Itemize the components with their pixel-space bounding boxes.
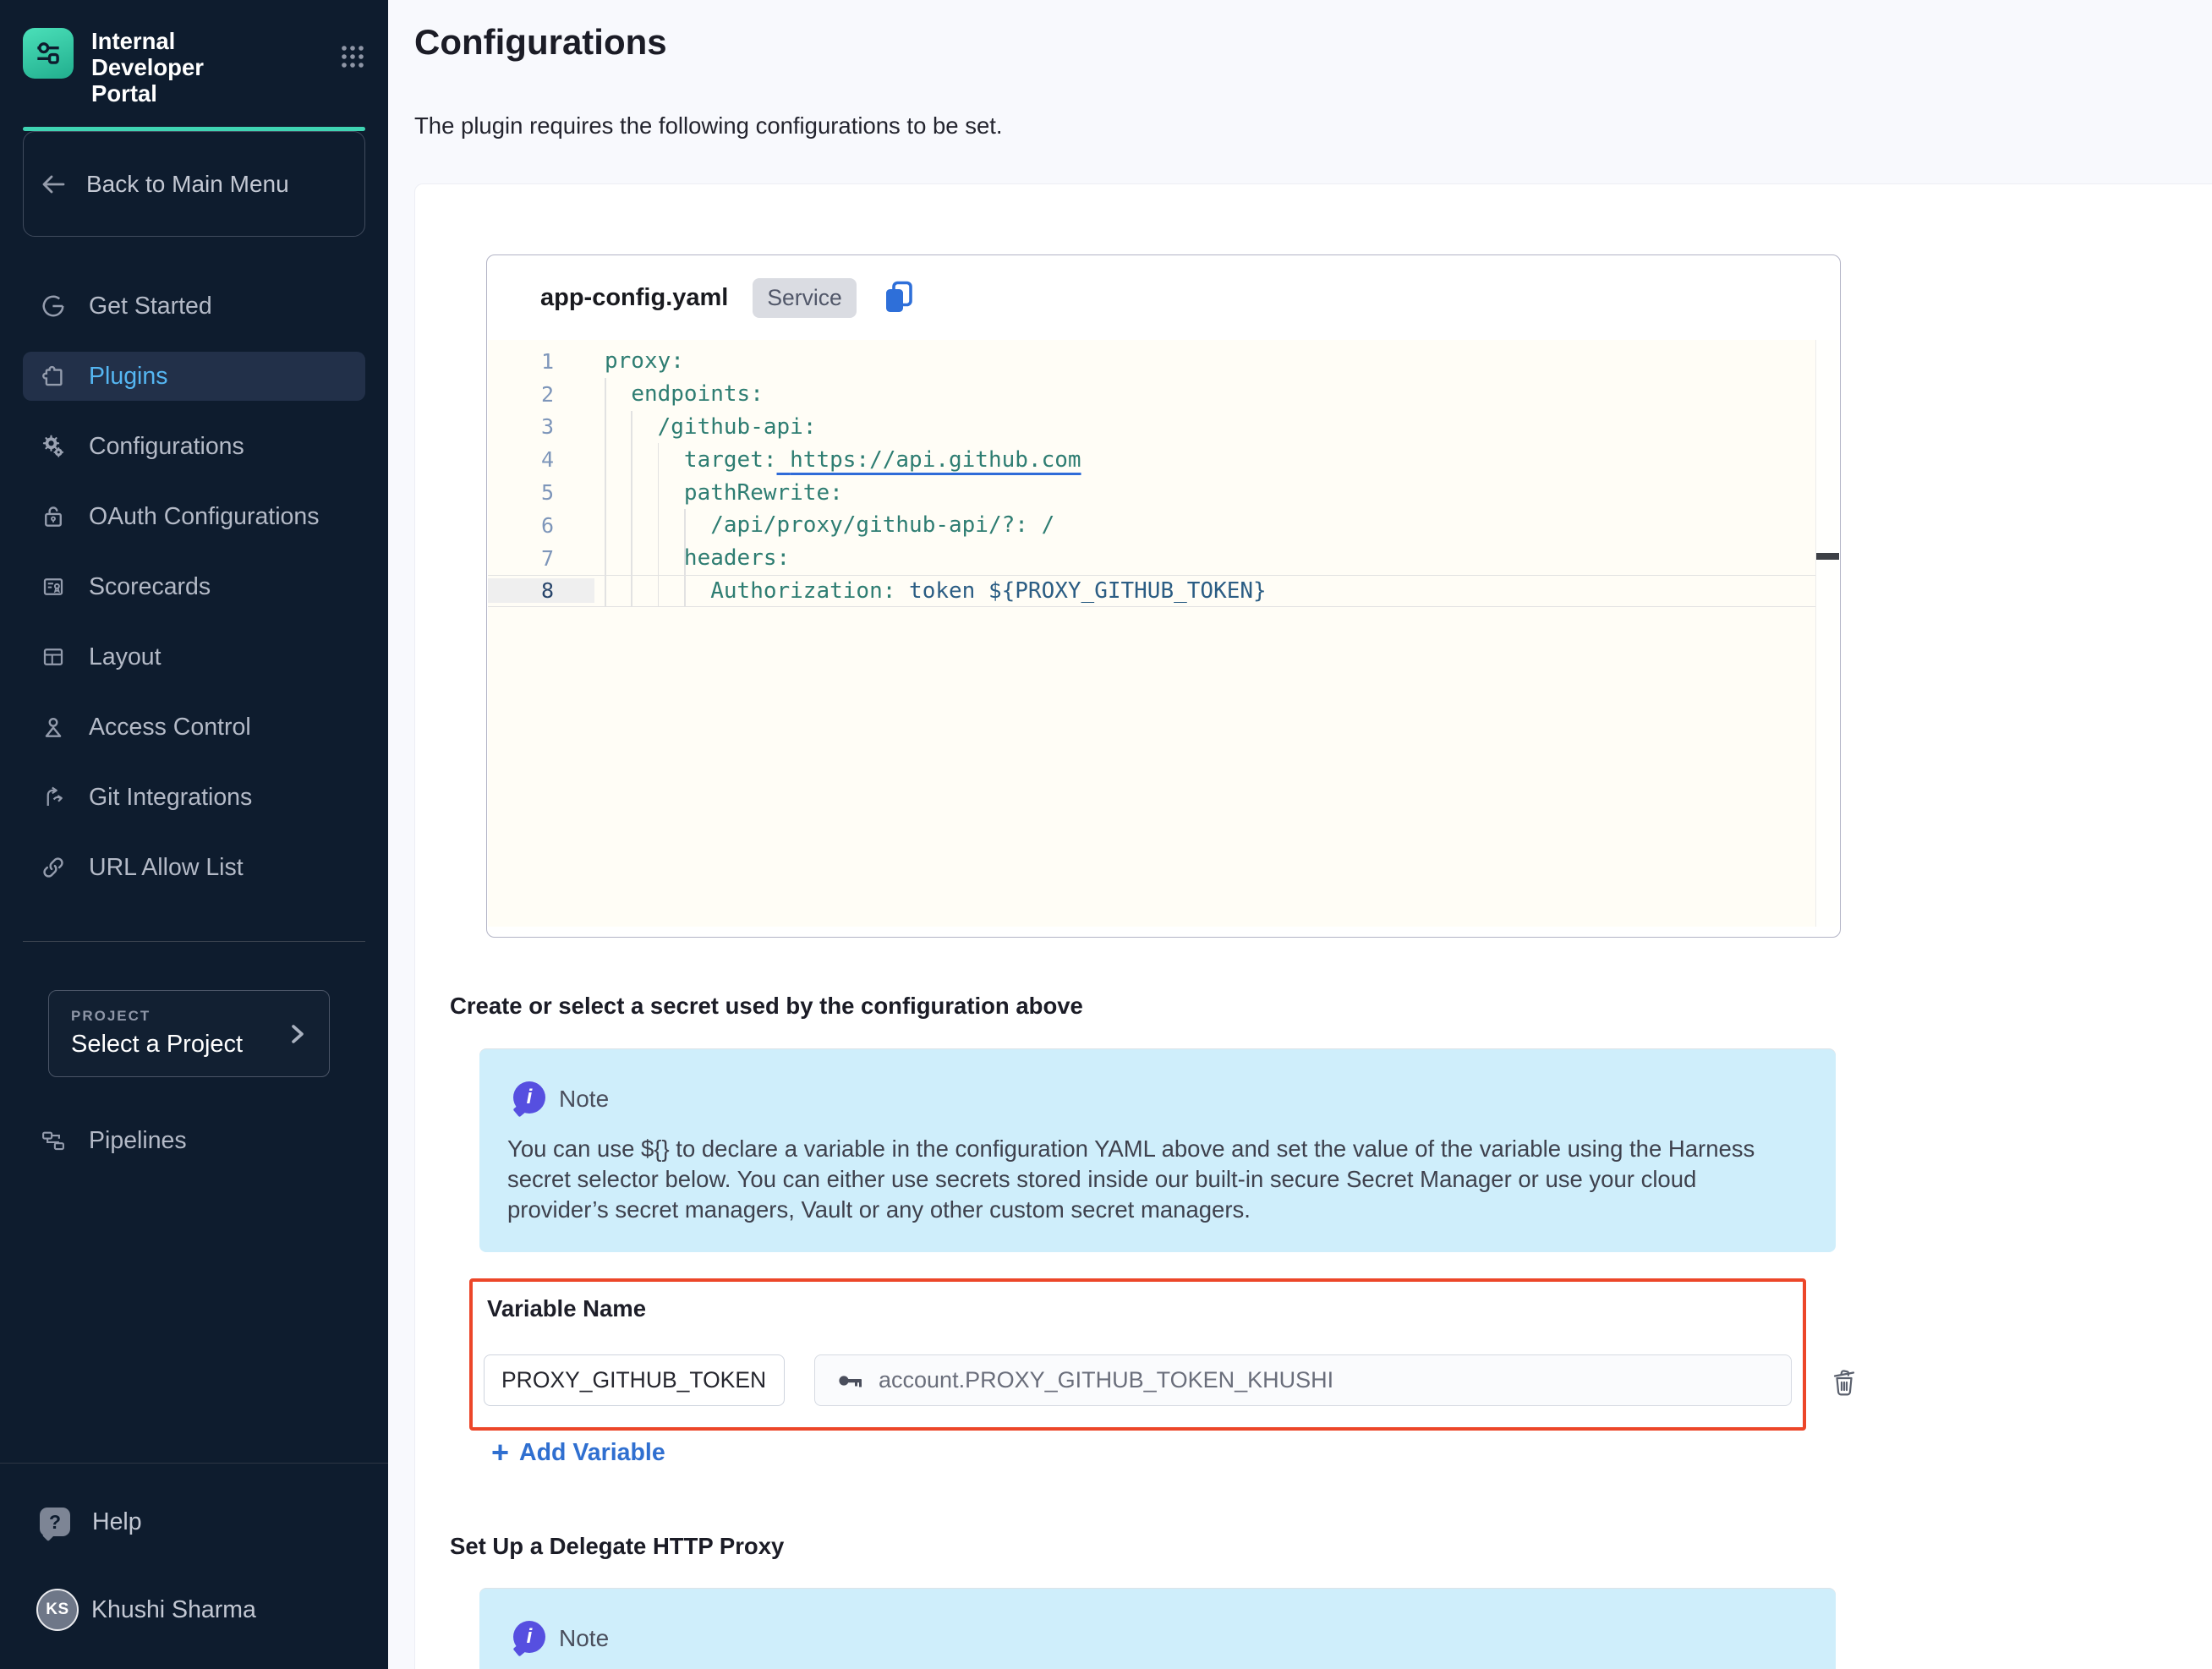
back-to-main-menu-button[interactable]: Back to Main Menu [23,131,365,237]
sidebar-item-label: Layout [89,643,162,671]
secret-section-heading: Create or select a secret used by the co… [450,993,1083,1020]
code-line: 2 endpoints: [488,378,1815,411]
secret-value: account.PROXY_GITHUB_TOKEN_KHUSHI [879,1367,1333,1393]
code-lines: 1 proxy: 2 endpoints: 3 /github-api: 4 [488,345,1815,607]
code-line: 7 headers: [488,542,1815,575]
sidebar-item-configurations[interactable]: Configurations [23,422,365,471]
sidebar-item-label: Git Integrations [89,784,252,812]
service-badge: Service [753,278,856,318]
sidebar-item-label: Plugins [89,363,167,391]
sidebar-item-get-started[interactable]: Get Started [23,282,365,331]
arrow-left-icon [39,170,68,199]
line-number: 8 [488,578,594,603]
lock-icon [40,503,67,530]
page-title: Configurations [414,22,667,63]
add-variable-button[interactable]: + Add Variable [491,1437,665,1468]
help-chat-icon: ? [40,1508,70,1536]
trash-icon [1829,1365,1861,1398]
avatar: KS [36,1589,79,1631]
line-number: 7 [488,546,594,571]
back-label: Back to Main Menu [86,171,289,198]
sliders-logo-icon [32,37,64,69]
plugins-puzzle-icon [40,363,67,390]
variable-highlight-box: Variable Name PROXY_GITHUB_TOKEN account… [469,1278,1806,1431]
help-button[interactable]: ? Help [40,1508,388,1536]
sidebar-item-oauth-configurations[interactable]: OAuth Configurations [23,492,365,541]
proxy-section-heading: Set Up a Delegate HTTP Proxy [450,1533,784,1560]
note-title: Note [559,1625,609,1652]
app-title: Internal Developer Portal [91,28,245,107]
sidebar-footer: ? Help KS Khushi Sharma [0,1463,388,1669]
sidebar-item-plugins[interactable]: Plugins [23,352,365,401]
code-line-active: 8 Authorization:token ${PROXY_GITHUB_TOK… [488,575,1815,608]
line-number: 2 [488,382,594,407]
help-label: Help [92,1508,142,1536]
sidebar-item-layout[interactable]: Layout [23,632,365,681]
layout-icon [40,643,67,670]
sidebar: Internal Developer Portal Back to Main M… [0,0,388,1669]
editor-scroll-marker [1816,553,1839,560]
scorecard-icon [40,573,67,600]
note-box: i Note You can use ${} to declare a vari… [479,1049,1836,1252]
code-line: 1 proxy: [488,345,1815,378]
link-icon [40,854,67,881]
info-icon: i [513,1081,545,1114]
code-line: 3 /github-api: [488,411,1815,444]
variable-name-label: Variable Name [487,1295,646,1322]
code-card-header: app-config.yaml Service [487,255,1840,340]
sidebar-item-label: Get Started [89,293,212,320]
git-branch-icon [40,784,67,811]
copy-icon[interactable] [882,280,916,315]
secret-selector[interactable]: account.PROXY_GITHUB_TOKEN_KHUSHI [814,1354,1792,1406]
info-icon: i [513,1621,545,1653]
sidebar-item-label: Scorecards [89,573,211,601]
variable-name-input[interactable]: PROXY_GITHUB_TOKEN [484,1354,785,1406]
editor-scrollbar[interactable] [1815,340,1839,927]
yaml-config-card: app-config.yaml Service 1 proxy: [486,254,1841,938]
app-logo [23,28,74,79]
sidebar-item-label: Access Control [89,714,251,741]
note-body: You can use ${} to declare a variable in… [507,1134,1793,1225]
line-number: 4 [488,447,594,472]
person-icon [40,714,67,741]
sidebar-divider [23,941,365,942]
page-subtitle: The plugin requires the following config… [414,112,1003,140]
yaml-url-link[interactable]: https://api.github.com [777,447,1081,473]
gears-icon [40,433,67,460]
main-content: Configurations The plugin requires the f… [388,0,2212,1669]
note-box: i Note [479,1589,1836,1669]
delete-variable-button[interactable] [1829,1365,1861,1398]
app-launcher-grid-icon[interactable] [340,44,365,74]
content-panel: app-config.yaml Service 1 proxy: [414,183,2212,1669]
chevron-right-icon [288,1021,307,1051]
sidebar-item-scorecards[interactable]: Scorecards [23,562,365,611]
sidebar-item-label: Pipelines [89,1127,187,1155]
sidebar-item-label: OAuth Configurations [89,503,320,531]
user-menu[interactable]: KS Khushi Sharma [36,1589,388,1631]
line-number: 1 [488,349,594,374]
add-variable-label: Add Variable [519,1439,665,1467]
line-number: 3 [488,414,594,439]
yaml-editor[interactable]: 1 proxy: 2 endpoints: 3 /github-api: 4 [488,340,1839,927]
get-started-icon [40,293,67,320]
code-line: 6 /api/proxy/github-api/?:/ [488,509,1815,542]
sidebar-item-url-allow-list[interactable]: URL Allow List [23,843,365,892]
project-selector[interactable]: PROJECT Select a Project [48,990,330,1077]
note-title: Note [559,1086,609,1113]
sidebar-item-pipelines[interactable]: Pipelines [23,1116,365,1165]
line-number: 5 [488,480,594,505]
sidebar-nav: Get Started Plugins [23,282,365,892]
sidebar-item-access-control[interactable]: Access Control [23,703,365,752]
user-name: Khushi Sharma [91,1596,256,1624]
sidebar-item-git-integrations[interactable]: Git Integrations [23,773,365,822]
pipelines-icon [40,1127,67,1154]
line-number: 6 [488,513,594,538]
code-line: 4 target:https://api.github.com [488,443,1815,476]
filename: app-config.yaml [540,284,728,312]
sidebar-item-label: Configurations [89,433,244,461]
sidebar-item-label: URL Allow List [89,854,244,882]
key-icon [835,1365,866,1396]
code-line: 5 pathRewrite: [488,476,1815,509]
plus-icon: + [491,1437,509,1468]
